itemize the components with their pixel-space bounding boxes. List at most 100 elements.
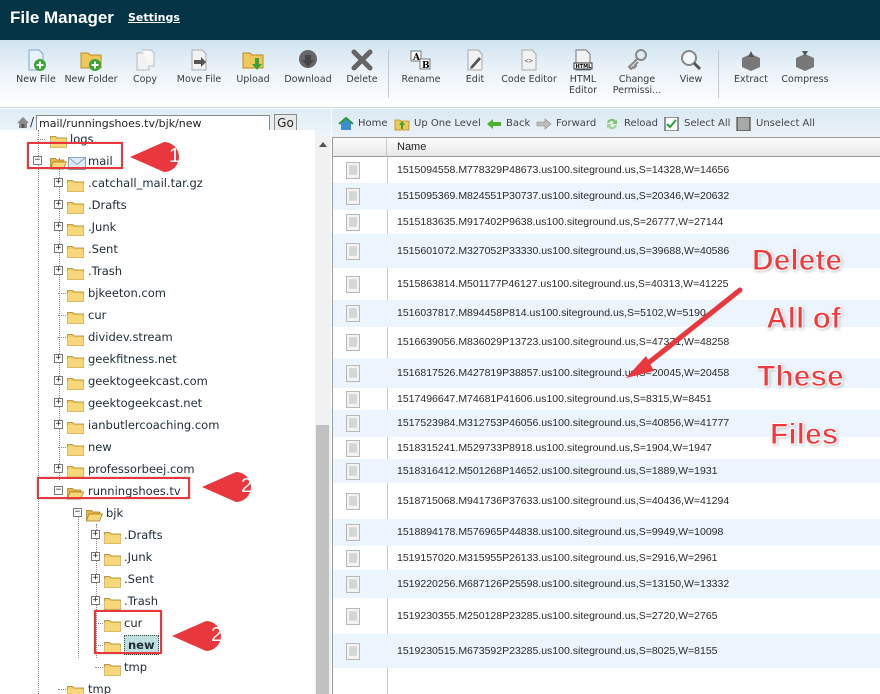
change-permissions-button[interactable]: Change Permissi... [609, 48, 665, 96]
tree-item-label[interactable]: .Trash [124, 590, 158, 612]
scrollbar-thumb[interactable] [316, 425, 329, 694]
copy-button[interactable]: Copy [117, 48, 173, 85]
file-row[interactable]: 1516037817.M894458P814.us100.siteground.… [333, 300, 880, 327]
name-column-header[interactable]: Name [397, 141, 426, 153]
tree-item-label[interactable]: new [124, 635, 159, 655]
tree-item-label[interactable]: ianbutlercoaching.com [88, 414, 219, 436]
tree-item[interactable]: + professorbeej.com [0, 458, 315, 480]
file-row[interactable]: 1516817526.M427819P38857.us100.sitegroun… [333, 358, 880, 388]
tree-item[interactable]: + geektogeekcast.com [0, 370, 315, 392]
file-row[interactable]: 1519157020.M315955P26133.us100.sitegroun… [333, 546, 880, 570]
expand-icon[interactable]: + [54, 398, 63, 407]
expand-icon[interactable]: + [91, 574, 100, 583]
tree-item-label[interactable]: professorbeej.com [88, 458, 195, 480]
home-icon[interactable] [16, 116, 30, 129]
tree-item[interactable]: tmp [0, 656, 315, 678]
tree-item[interactable]: + .Drafts [0, 524, 315, 546]
tree-item-label[interactable]: .catchall_mail.tar.gz [88, 172, 203, 194]
tree-item-label[interactable]: geekfitness.net [88, 348, 177, 370]
file-row[interactable]: 1515095369.M824551P30737.us100.sitegroun… [333, 183, 880, 210]
edit-button[interactable]: Edit [447, 48, 503, 85]
tree-item-label[interactable]: mail [88, 150, 113, 172]
tree-item-label[interactable]: .Sent [124, 568, 154, 590]
file-row[interactable]: 1519230355.M250128P23285.us100.sitegroun… [333, 598, 880, 634]
file-name[interactable]: 1515094558.M778329P48673.us100.sitegroun… [397, 164, 729, 176]
tree-item-label[interactable]: .Sent [88, 238, 118, 260]
file-row[interactable]: 1518315241.M529733P8918.us100.siteground… [333, 437, 880, 459]
expand-icon[interactable]: + [91, 596, 100, 605]
tree-item[interactable]: + .Sent [0, 568, 315, 590]
new-folder-button[interactable]: New Folder [63, 48, 119, 85]
tree-item[interactable]: + .Trash [0, 260, 315, 282]
tree-item[interactable]: + .Junk [0, 546, 315, 568]
scroll-up-arrow-icon[interactable] [319, 142, 327, 147]
file-row[interactable]: 1519230515.M673592P23285.us100.sitegroun… [333, 634, 880, 668]
tree-item[interactable]: + .Junk [0, 216, 315, 238]
file-name[interactable]: 1518715068.M941736P37633.us100.sitegroun… [397, 495, 729, 507]
file-row[interactable]: 1515183635.M917402P9638.us100.siteground… [333, 210, 880, 234]
tree-item-label[interactable]: logs [70, 130, 94, 150]
tree-item-label[interactable]: .Junk [88, 216, 116, 238]
icon-column-header[interactable] [333, 138, 387, 157]
tree-item[interactable]: dividev.stream [0, 326, 315, 348]
file-name[interactable]: 1517523984.M312753P46056.us100.sitegroun… [397, 417, 729, 429]
file-name[interactable]: 1515601072.M327052P33330.us100.sitegroun… [397, 245, 729, 257]
file-name[interactable]: 1515095369.M824551P30737.us100.sitegroun… [397, 190, 729, 202]
upload-button[interactable]: Upload [225, 48, 281, 85]
expand-icon[interactable]: + [54, 244, 63, 253]
tree-item[interactable]: logs [0, 130, 315, 150]
expand-icon[interactable]: + [54, 464, 63, 473]
tree-item-label[interactable]: new [88, 436, 112, 458]
file-row[interactable]: 1515601072.M327052P33330.us100.sitegroun… [333, 234, 880, 268]
tree-item[interactable]: new [0, 634, 315, 656]
file-row[interactable]: 1517496647.M74681P41606.us100.siteground… [333, 388, 880, 410]
expand-icon[interactable]: + [91, 552, 100, 561]
file-name[interactable]: 1519157020.M315955P26133.us100.sitegroun… [397, 552, 718, 564]
download-button[interactable]: Download [280, 48, 336, 85]
tree-item[interactable]: cur [0, 304, 315, 326]
expand-icon[interactable]: + [54, 266, 63, 275]
file-name[interactable]: 1519230515.M673592P23285.us100.sitegroun… [397, 645, 718, 657]
html-editor-button[interactable]: HTML HTML Editor [555, 48, 611, 96]
tree-item-label[interactable]: tmp [124, 656, 147, 678]
file-row[interactable]: 1516639056.M836029P13723.us100.sitegroun… [333, 327, 880, 358]
tree-item-label[interactable]: runningshoes.tv [88, 480, 181, 502]
tree-item[interactable]: − mail [0, 150, 315, 172]
tree-item[interactable]: bjkeeton.com [0, 282, 315, 304]
tree-item[interactable]: + .Trash [0, 590, 315, 612]
settings-link[interactable]: Settings [128, 11, 180, 24]
tree-item-label[interactable]: .Trash [88, 260, 122, 282]
expand-icon[interactable]: + [54, 420, 63, 429]
tree-item-label[interactable]: bjk [106, 502, 123, 524]
tree-item[interactable]: + .catchall_mail.tar.gz [0, 172, 315, 194]
tree-item[interactable]: new [0, 436, 315, 458]
file-name[interactable]: 1518315241.M529733P8918.us100.siteground… [397, 442, 712, 454]
tree-item[interactable]: + geektogeekcast.net [0, 392, 315, 414]
tree-item-label[interactable]: .Drafts [88, 194, 127, 216]
new-file-button[interactable]: New File [8, 48, 64, 85]
tree-item[interactable]: + .Sent [0, 238, 315, 260]
tree-item[interactable]: cur [0, 612, 315, 634]
file-name[interactable]: 1517496647.M74681P41606.us100.siteground… [397, 393, 712, 405]
tree-item[interactable]: − bjk [0, 502, 315, 524]
tree-item[interactable]: − runningshoes.tv [0, 480, 315, 502]
expand-icon[interactable]: + [54, 200, 63, 209]
compress-button[interactable]: Compress [777, 48, 833, 85]
tree-item-label[interactable]: cur [88, 304, 106, 326]
expand-icon[interactable]: + [54, 222, 63, 231]
tree-item-label[interactable]: .Drafts [124, 524, 163, 546]
tree-item-label[interactable]: cur [124, 612, 142, 634]
file-name[interactable]: 1519220256.M687126P25598.us100.sitegroun… [397, 578, 729, 590]
move-file-button[interactable]: Move File [171, 48, 227, 85]
file-name[interactable]: 1515183635.M917402P9638.us100.siteground… [397, 216, 723, 228]
tree-item[interactable]: + ianbutlercoaching.com [0, 414, 315, 436]
file-name[interactable]: 1518316412.M501268P14652.us100.sitegroun… [397, 465, 718, 477]
expand-icon[interactable]: + [54, 376, 63, 385]
tree-item[interactable]: tmp [0, 678, 315, 694]
file-name[interactable]: 1516639056.M836029P13723.us100.sitegroun… [397, 336, 729, 348]
collapse-icon[interactable]: − [73, 508, 82, 517]
file-row[interactable]: 1518316412.M501268P14652.us100.sitegroun… [333, 459, 880, 483]
file-row[interactable]: 1519220256.M687126P25598.us100.sitegroun… [333, 570, 880, 598]
rename-button[interactable]: AB Rename [393, 48, 449, 85]
file-row[interactable]: 1515863814.M501177P46127.us100.sitegroun… [333, 268, 880, 300]
